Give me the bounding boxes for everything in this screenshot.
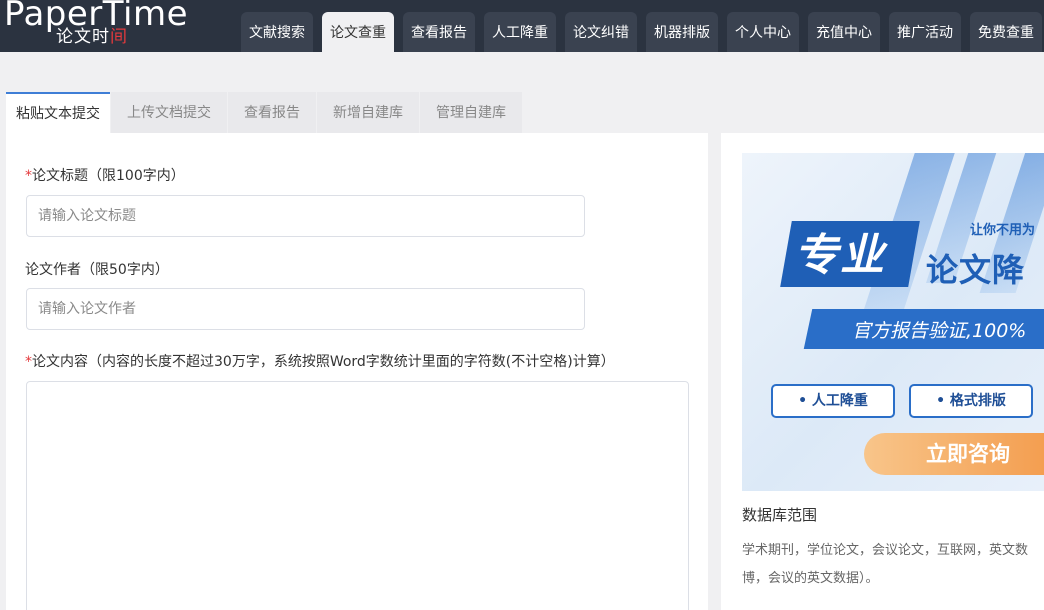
nav-tab-error-correction[interactable]: 论文纠错 [565, 12, 637, 52]
title-input[interactable] [26, 195, 585, 237]
logo-subtitle: 论文时间 [56, 28, 128, 46]
tab-view-report[interactable]: 查看报告 [228, 92, 316, 133]
papertime-logo[interactable]: PaperTime 论文时间 [4, 0, 194, 52]
banner-pill-manual-rewrite: • 人工降重 [771, 384, 895, 418]
logo-subtitle-accent: 间 [110, 27, 128, 47]
author-label: 论文作者（限50字内） [25, 262, 169, 278]
consult-now-button[interactable]: 立即咨询 [864, 433, 1044, 475]
nav-tab-auto-formatting[interactable]: 机器排版 [646, 12, 718, 52]
nav-tab-manual-rewrite[interactable]: 人工降重 [484, 12, 556, 52]
main-nav: 文献搜索 论文查重 查看报告 人工降重 论文纠错 机器排版 个人中心 充值中心 … [241, 12, 1044, 52]
nav-tab-promotions[interactable]: 推广活动 [889, 12, 961, 52]
banner-band-text: 官方报告验证,100% [852, 320, 1027, 342]
promo-panel: 让你不用为 专业 论文降 官方报告验证,100% • 人工降重 • 格式排版 立… [721, 133, 1044, 610]
nav-tab-recharge-center[interactable]: 充值中心 [808, 12, 880, 52]
nav-tab-personal-center[interactable]: 个人中心 [727, 12, 799, 52]
submission-panel: 粘贴文本提交 上传文档提交 查看报告 新增自建库 管理自建库 *论文标题（限10… [6, 92, 708, 610]
nav-tab-free-check[interactable]: 免费查重 [970, 12, 1042, 52]
banner-pill-formatting: • 格式排版 [909, 384, 1033, 418]
banner-hint: 让你不用为 [970, 223, 1036, 238]
submission-tabs: 粘贴文本提交 上传文档提交 查看报告 新增自建库 管理自建库 [6, 92, 523, 133]
banner-headline-secondary: 论文降 [926, 251, 1026, 289]
database-scope-text: 学术期刊，学位论文，会议论文，互联网，英文数博，会议的英文数据）。 [742, 543, 1029, 586]
tab-manage-custom-library[interactable]: 管理自建库 [420, 92, 522, 133]
title-label-text: 论文标题（限100字内） [32, 168, 185, 184]
nav-tab-literature-search[interactable]: 文献搜索 [241, 12, 313, 52]
tab-add-custom-library[interactable]: 新增自建库 [317, 92, 419, 133]
nav-tab-view-report[interactable]: 查看报告 [403, 12, 475, 52]
logo-subtitle-text: 论文时 [56, 27, 110, 47]
nav-tab-plagiarism-check[interactable]: 论文查重 [322, 12, 394, 52]
author-input[interactable] [26, 288, 585, 330]
banner-headline: 专业 [794, 230, 886, 281]
database-scope-title: 数据库范围 [742, 506, 818, 524]
paste-text-form: *论文标题（限100字内） 论文作者（限50字内） *论文内容（内容的长度不超过… [6, 133, 708, 610]
tab-upload-document[interactable]: 上传文档提交 [111, 92, 227, 133]
required-mark: * [25, 168, 32, 184]
promo-banner[interactable]: 让你不用为 专业 论文降 官方报告验证,100% • 人工降重 • 格式排版 立… [742, 153, 1044, 491]
content-label: *论文内容（内容的长度不超过30万字，系统按照Word字数统计里面的字符数(不计… [25, 351, 615, 371]
required-mark: * [25, 354, 32, 370]
title-label: *论文标题（限100字内） [25, 165, 185, 185]
content-textarea[interactable] [26, 381, 689, 610]
top-navigation-bar: PaperTime 论文时间 文献搜索 论文查重 查看报告 人工降重 论文纠错 … [0, 0, 1044, 52]
content-label-text: 论文内容（内容的长度不超过30万字，系统按照Word字数统计里面的字符数(不计空… [32, 354, 615, 370]
tab-paste-text[interactable]: 粘贴文本提交 [6, 92, 110, 133]
